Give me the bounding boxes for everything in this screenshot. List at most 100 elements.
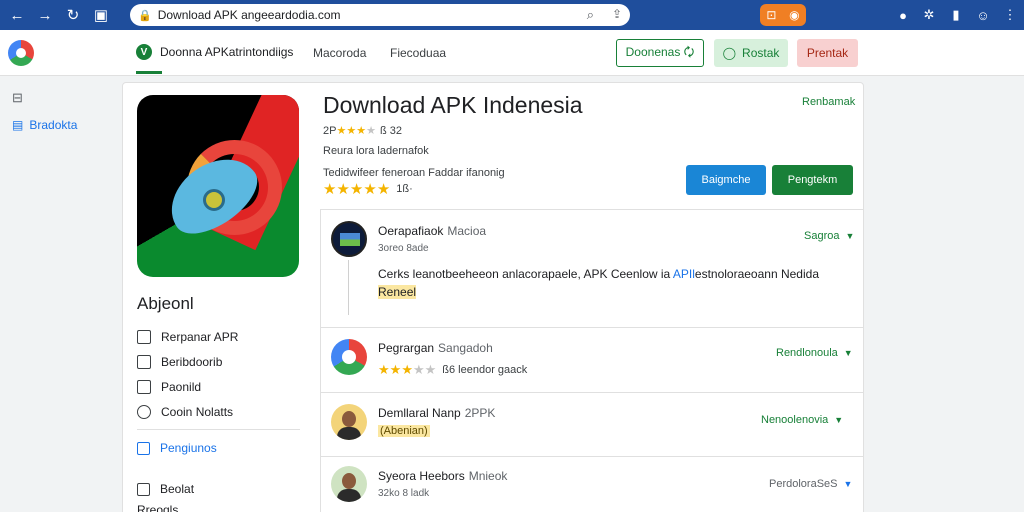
nav-link-2[interactable]: Fiecoduaa [390,46,446,60]
left-panel-title: Abjeonl [137,294,194,313]
row-author-muted: Mnieok [468,469,508,483]
rating-count: 1ß· [396,183,413,195]
extension-icon-2: ◉ [789,8,800,22]
search-icon[interactable]: ⌕ [587,7,594,23]
star-icon: ★ [346,125,357,137]
left-menu-item[interactable]: Rerpanar APR [137,324,238,349]
address-bar[interactable]: 🔒 Download APK angeeardodia.com ⌕ ⇪ [130,4,630,26]
brand-label: Doonna APKatrintondiigs [160,45,294,59]
menu-icon[interactable]: ⋮ [1000,5,1020,25]
rating-prefix: 2P [323,124,337,137]
brand[interactable]: V Doonna APKatrintondiigs [136,44,293,60]
left-bottom-item-2[interactable]: Rreoqls [137,503,178,512]
nav-link-1[interactable]: Macoroda [313,46,366,60]
extension-button[interactable]: ⊡ ◉ [760,4,806,26]
download-button[interactable]: Doonenas 🗘 [616,39,704,67]
row-action-label: Rendlonoula [776,347,838,359]
active-tab-indicator [136,71,162,74]
left-menu-item[interactable]: Cooin Nolatts [137,399,238,424]
row-body-text-2: estnoloraeoann Nedida [694,267,819,281]
reload-icon[interactable]: ↻ [62,4,84,26]
box-icon [137,482,150,496]
copy-icon [137,441,150,455]
chat-icon: ◯ [722,46,737,60]
left-bottom-item[interactable]: Beolat [137,482,194,496]
row-author: Demllaral Nanp [378,406,461,420]
rating-suffix: ß 32 [379,124,402,137]
back-icon[interactable]: ← [6,4,28,26]
report-button[interactable]: Prentak [797,39,858,67]
lock-icon: 🔒 [138,9,152,22]
forward-icon[interactable]: → [34,4,56,26]
left-sub-link[interactable]: Pengiunos [137,441,217,455]
left-sub-label: Pengiunos [160,441,217,455]
row-action-dropdown[interactable]: Nenoolenovia ▼ [761,414,843,426]
row-divider [320,327,864,328]
avatar[interactable] [331,221,367,257]
app-meta: Tedidwifeer feneroan Faddar ifanonig [323,167,505,179]
star-icon: ★ [376,181,391,198]
star-icon: ★ [336,181,350,198]
left-bottom-label: Beolat [160,482,195,496]
site-header: V Doonna APKatrintondiigs Macoroda Fieco… [0,30,1024,76]
chevron-down-icon: ▼ [843,479,853,489]
row-name: Demllaral Nanp 2PPK [378,406,495,420]
browser-toolbar: ← → ↻ ▣ 🔒 Download APK angeeardodia.com … [0,0,1024,30]
profile-icon[interactable]: ☺ [973,5,993,25]
row-action-dropdown[interactable]: Sagroa ▼ [804,230,854,242]
register-label: Rostak [742,46,780,60]
share-icon[interactable]: ⇪ [612,7,622,21]
row-sub: 32ko 8 ladk [378,488,430,499]
row-body-link[interactable]: APIl [673,267,695,281]
left-menu-label: Beribdoorib [161,354,223,369]
avatar[interactable] [331,339,367,375]
row-author-muted: Macioa [447,224,487,238]
star-icon: ★ [401,362,413,377]
star-icon: ★ [336,125,347,137]
app-subtitle: Reura lora ladernafok [323,145,429,157]
row-author: Pegrargan [378,341,435,355]
sidebar-item-active[interactable]: ▤ Bradokta [12,118,77,132]
document-icon: ▤ [12,118,24,132]
site-logo[interactable] [8,40,34,66]
app-title: Download APK Indenesia [323,92,583,118]
star-icon: ★ [356,125,367,137]
row-action-label: Sagroa [804,230,840,242]
reader-icon[interactable]: ▣ [90,4,112,26]
inbox-icon[interactable]: ⊟ [12,90,23,106]
left-menu-item[interactable]: Beribdoorib [137,349,238,374]
avatar[interactable] [331,404,367,440]
star-icon: ★ [424,362,437,377]
row-rating: ★ ★ ★ ★ ★ ß6 leendor gaack [378,362,527,378]
chevron-down-icon: ▼ [834,415,844,425]
divider [137,429,300,430]
sidebar-item-label: Bradokta [29,118,78,132]
puzzle-icon[interactable]: ✲ [919,5,939,25]
row-divider [320,392,864,393]
row-action-dropdown[interactable]: PerdoloraSeS ▼ [769,478,852,490]
row-body-text: Cerks leanotbeeheeon anlacorapaele, APK … [378,267,673,281]
document-icon [137,329,151,344]
circle-icon [137,404,151,419]
primary-blue-button[interactable]: Baigmche [686,165,766,195]
left-menu: Rerpanar APR Beribdoorib Paonild Cooin N… [137,324,238,424]
row-action-dropdown[interactable]: Rendlonoula ▼ [776,347,853,359]
row-author: Oerapafiaok [378,224,444,238]
row-action-label: PerdoloraSeS [769,478,838,490]
url-text: Download APK angeeardodia.com [157,8,341,22]
register-button[interactable]: ◯ Rostak [714,39,788,67]
star-icon: ★ [389,362,402,377]
top-right-link[interactable]: Renbamak [802,96,855,108]
left-menu-label: Paonild [161,379,202,394]
primary-green-button[interactable]: Pengtekm [772,165,853,195]
left-menu-label: Rerpanar APR [161,329,239,344]
flag-icon [137,379,151,394]
record-icon[interactable]: ● [893,5,913,25]
app-rating-line: 2P ★ ★ ★ ★ ß 32 [323,124,402,138]
bookmark-icon[interactable]: ▮ [946,5,966,25]
avatar[interactable] [331,466,367,502]
row-body-tag: Reneel [378,285,417,299]
row-author: Syeora Heebors [378,469,465,483]
app-rating: ★ ★ ★ ★ ★ 1ß· [323,180,413,198]
left-menu-item[interactable]: Paonild [137,374,238,399]
